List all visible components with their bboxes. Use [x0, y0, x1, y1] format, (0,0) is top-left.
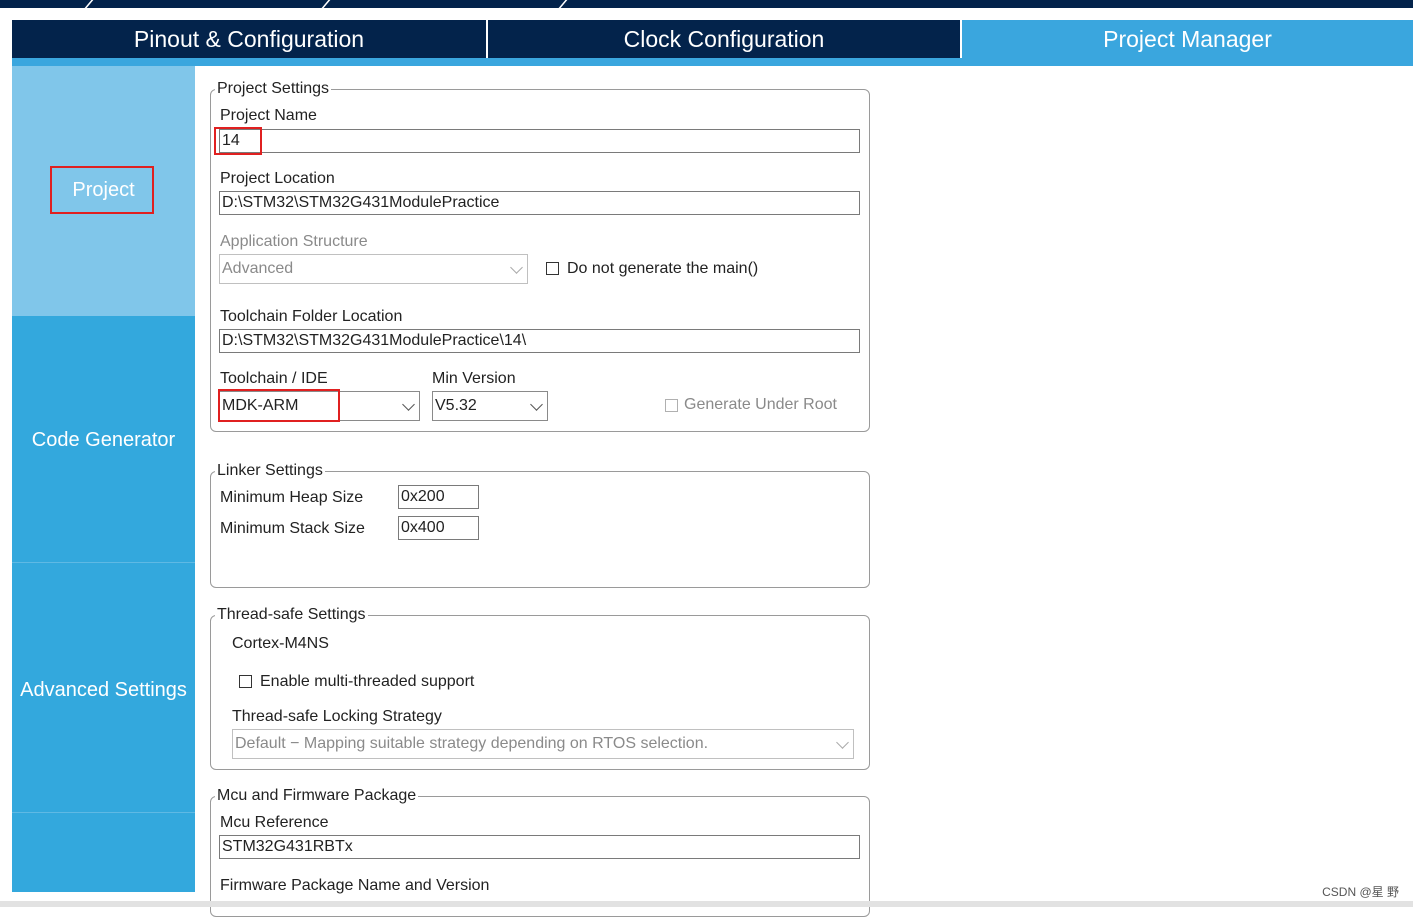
strip-divider — [84, 0, 94, 8]
min-stack-size-input[interactable]: 0x400 — [398, 516, 479, 540]
sidebar-item-label: Advanced Settings — [20, 679, 187, 701]
strip-divider — [321, 0, 331, 8]
select-value: Advanced — [222, 260, 294, 277]
highlight-box — [214, 127, 262, 155]
min-heap-size-label: Minimum Heap Size — [220, 489, 364, 506]
group-title: Thread-safe Settings — [217, 606, 366, 623]
group-title: Project Settings — [217, 80, 330, 97]
chevron-down-icon — [402, 398, 415, 411]
min-stack-size-label: Minimum Stack Size — [220, 520, 365, 537]
toolchain-folder-input[interactable]: D:\STM32\STM32G431ModulePractice\14\ — [219, 329, 860, 353]
application-structure-select[interactable]: Advanced — [219, 254, 528, 284]
chevron-down-icon — [530, 398, 543, 411]
bottom-strip — [0, 901, 1413, 907]
sidebar-item-project[interactable]: Project — [12, 66, 195, 316]
project-name-input[interactable]: 14 — [219, 129, 860, 153]
project-location-label: Project Location — [220, 170, 335, 187]
watermark: CSDN @星 野 — [1322, 885, 1399, 899]
group-title: Mcu and Firmware Package — [217, 787, 417, 804]
locking-strategy-select[interactable]: Default − Mapping suitable strategy depe… — [232, 729, 854, 759]
tab-underline — [12, 58, 1413, 66]
locking-strategy-label: Thread-safe Locking Strategy — [232, 708, 442, 725]
select-value: V5.32 — [435, 397, 477, 414]
min-heap-size-input[interactable]: 0x200 — [398, 485, 479, 509]
generate-under-root-label: Generate Under Root — [684, 396, 837, 413]
toolchain-folder-label: Toolchain Folder Location — [220, 308, 403, 325]
chevron-down-icon — [510, 261, 523, 274]
mcu-reference-label: Mcu Reference — [220, 814, 329, 831]
strip-divider — [558, 0, 568, 8]
project-name-label: Project Name — [220, 107, 317, 124]
project-location-input[interactable]: D:\STM32\STM32G431ModulePractice — [219, 191, 860, 215]
sidebar-item-advanced-settings[interactable]: Advanced Settings — [12, 563, 195, 813]
multithread-label: Enable multi-threaded support — [260, 673, 475, 690]
min-version-label: Min Version — [432, 370, 516, 387]
main-tab-bar: Pinout & Configuration Clock Configurati… — [12, 20, 1413, 58]
sidebar-item-code-generator[interactable]: Code Generator — [12, 316, 195, 563]
sidebar-item-blank — [12, 813, 195, 892]
min-version-select[interactable]: V5.32 — [432, 391, 548, 421]
multithread-checkbox[interactable] — [239, 675, 252, 688]
sidebar-item-label: Code Generator — [31, 429, 176, 451]
no-main-label: Do not generate the main() — [567, 260, 759, 277]
chevron-down-icon — [836, 736, 849, 749]
group-title: Linker Settings — [217, 462, 323, 479]
toolchain-ide-label: Toolchain / IDE — [220, 370, 328, 387]
top-strip — [0, 0, 1413, 8]
tab-project-manager[interactable]: Project Manager — [962, 20, 1413, 58]
firmware-package-label: Firmware Package Name and Version — [220, 877, 490, 894]
generate-under-root-checkbox[interactable] — [665, 399, 678, 412]
mcu-reference-input[interactable]: STM32G431RBTx — [219, 835, 860, 859]
tab-clock-configuration[interactable]: Clock Configuration — [488, 20, 960, 58]
highlight-box — [218, 389, 340, 422]
tab-pinout-configuration[interactable]: Pinout & Configuration — [12, 20, 486, 58]
highlight-box — [50, 166, 154, 214]
no-main-checkbox[interactable] — [546, 262, 559, 275]
select-value: Default − Mapping suitable strategy depe… — [235, 735, 709, 752]
application-structure-label: Application Structure — [220, 233, 368, 250]
core-label: Cortex-M4NS — [232, 635, 329, 652]
